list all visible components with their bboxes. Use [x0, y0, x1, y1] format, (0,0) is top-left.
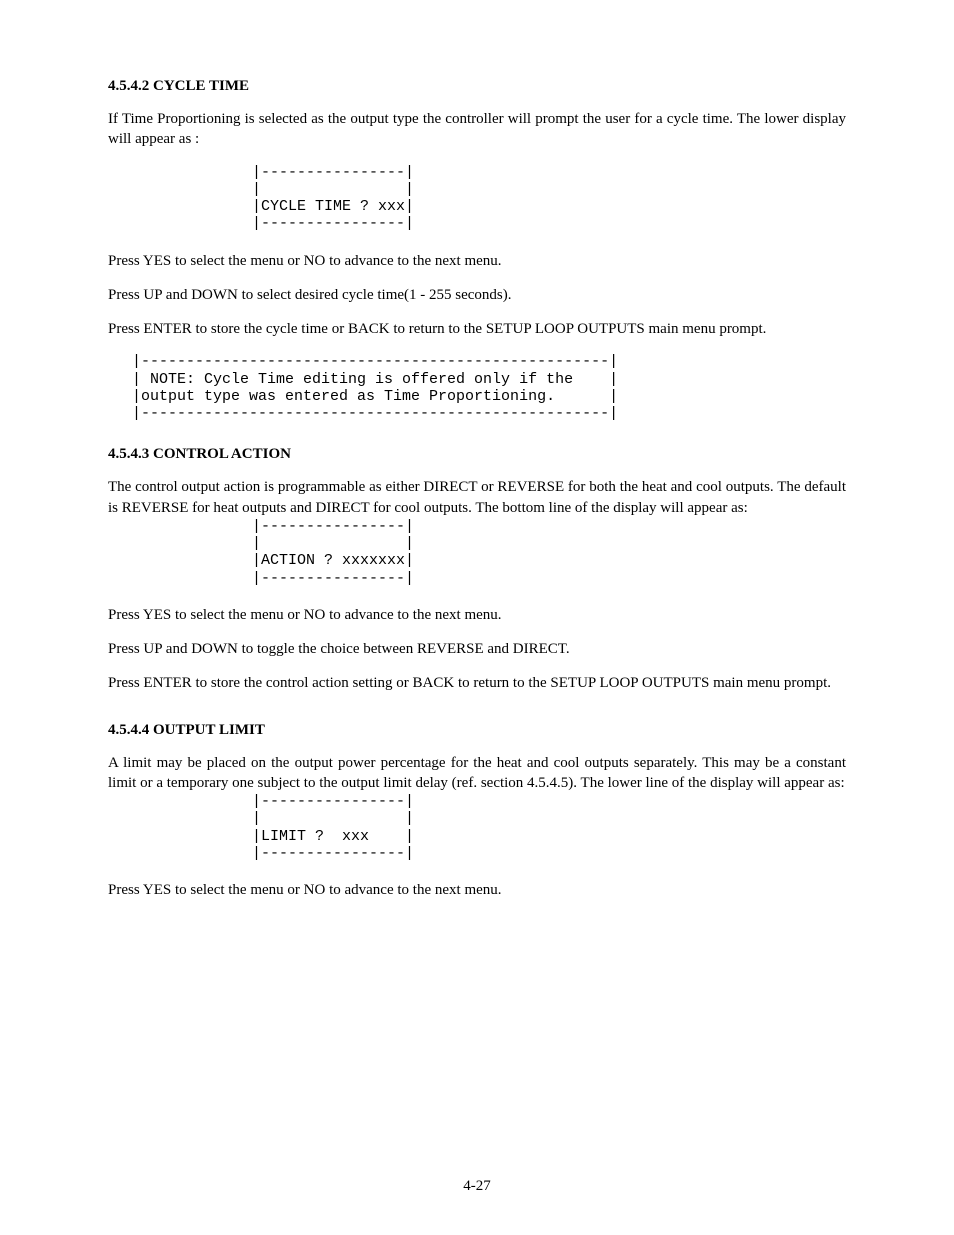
page: 4.5.4.2 CYCLE TIME If Time Proportioning…: [0, 0, 954, 1235]
body-paragraph: The control output action is programmabl…: [108, 477, 846, 518]
body-paragraph: Press UP and DOWN to select desired cycl…: [108, 285, 846, 305]
section-heading-control-action: 4.5.4.3 CONTROL ACTION: [108, 446, 846, 463]
body-paragraph: If Time Proportioning is selected as the…: [108, 109, 846, 150]
body-paragraph: A limit may be placed on the output powe…: [108, 753, 846, 794]
display-box-limit: |----------------| | | |LIMIT ? xxx | |-…: [108, 793, 846, 862]
body-paragraph: Press YES to select the menu or NO to ad…: [108, 251, 846, 271]
note-box: |---------------------------------------…: [108, 353, 846, 422]
page-number: 4-27: [0, 1178, 954, 1195]
body-paragraph: Press YES to select the menu or NO to ad…: [108, 880, 846, 900]
section-heading-output-limit: 4.5.4.4 OUTPUT LIMIT: [108, 722, 846, 739]
body-paragraph: Press UP and DOWN to toggle the choice b…: [108, 639, 846, 659]
display-box-cycle-time: |----------------| | | |CYCLE TIME ? xxx…: [108, 164, 846, 233]
display-box-action: |----------------| | | |ACTION ? xxxxxxx…: [108, 518, 846, 587]
body-paragraph: Press ENTER to store the control action …: [108, 673, 846, 693]
body-paragraph: Press ENTER to store the cycle time or B…: [108, 319, 846, 339]
body-paragraph: Press YES to select the menu or NO to ad…: [108, 605, 846, 625]
section-heading-cycle-time: 4.5.4.2 CYCLE TIME: [108, 78, 846, 95]
